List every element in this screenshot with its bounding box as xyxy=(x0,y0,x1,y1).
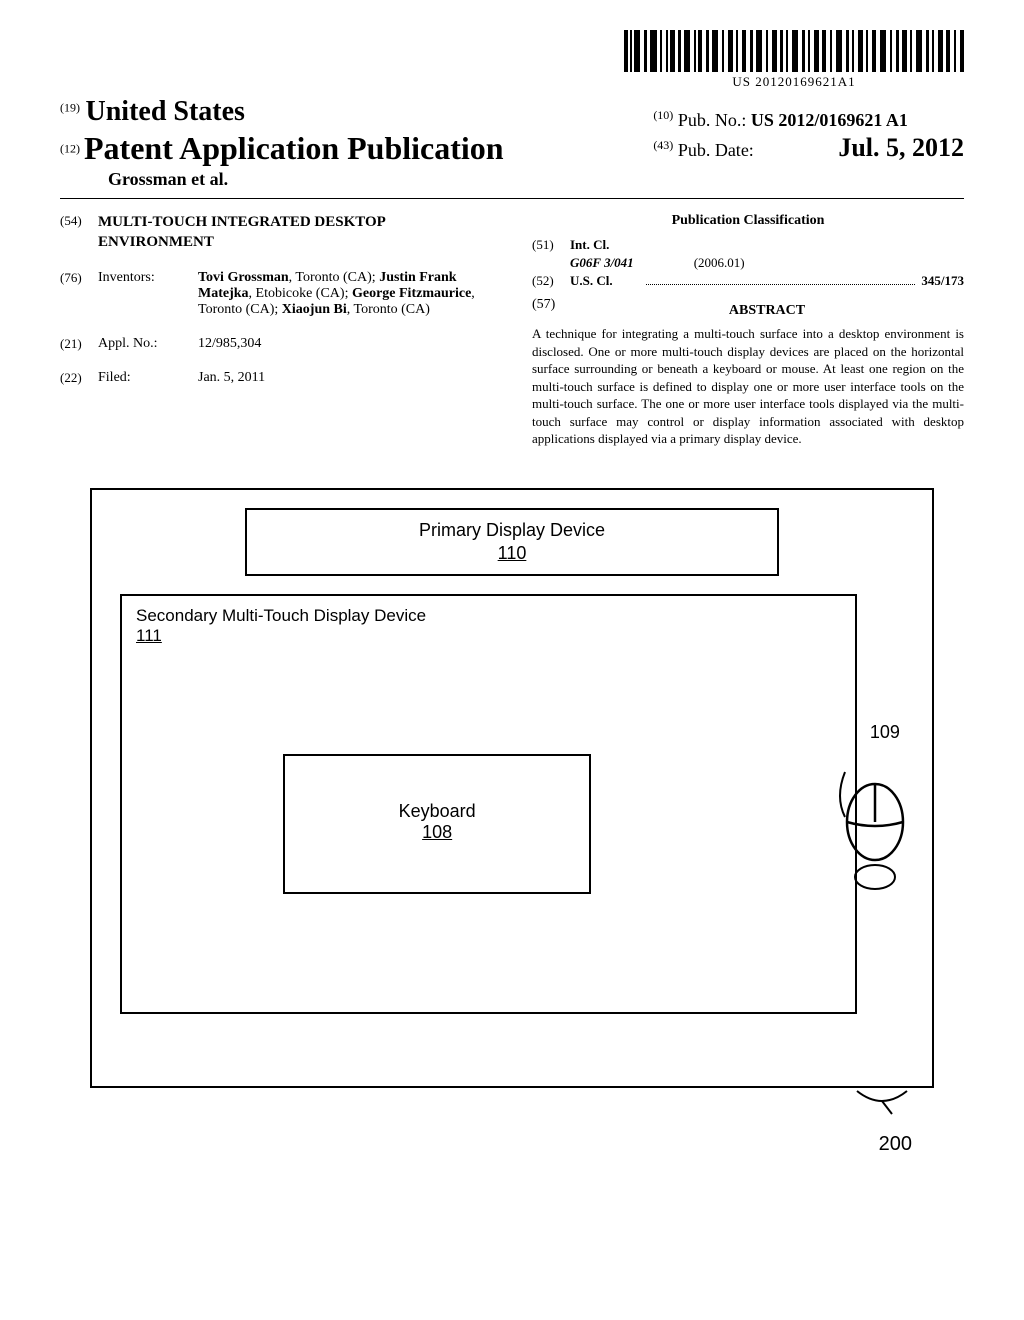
doc-type: Patent Application Publication xyxy=(84,130,504,166)
uscl-label: U.S. Cl. xyxy=(570,273,640,289)
intcl-code: (51) xyxy=(532,237,570,253)
appl-label: Appl. No.: xyxy=(98,336,198,352)
intcl-label: Int. Cl. xyxy=(570,237,640,253)
intcl-date: (2006.01) xyxy=(694,255,745,271)
left-column: (54) MULTI-TOUCH INTEGRATED DESKTOP ENVI… xyxy=(60,213,492,448)
primary-display-box: Primary Display Device 110 xyxy=(245,508,778,576)
mouse-area: 109 xyxy=(825,762,915,907)
pub-date: Jul. 5, 2012 xyxy=(838,133,964,162)
filed-code: (22) xyxy=(60,370,98,386)
barcode-region: US 20120169621A1 xyxy=(60,30,964,91)
pub-no: US 2012/0169621 A1 xyxy=(751,110,908,130)
dots-leader xyxy=(646,273,915,285)
uscl-value: 345/173 xyxy=(921,273,964,289)
abstract-header: ABSTRACT xyxy=(570,303,964,319)
figure-ref: 200 xyxy=(879,1133,912,1156)
secondary-display-ref: 111 xyxy=(136,626,841,646)
country-name: United States xyxy=(86,96,245,127)
primary-display-label: Primary Display Device xyxy=(419,520,605,540)
filed-date: Jan. 5, 2011 xyxy=(198,370,492,386)
right-column: Publication Classification (51) Int. Cl.… xyxy=(532,213,964,448)
secondary-display-box: Secondary Multi-Touch Display Device 111… xyxy=(120,594,857,1014)
mouse-icon xyxy=(825,762,915,902)
barcode-icon: US 20120169621A1 xyxy=(624,30,964,90)
intcl-class: G06F 3/041 xyxy=(570,255,634,271)
abstract-code: (57) xyxy=(532,297,570,325)
country-code: (19) xyxy=(60,101,80,115)
uscl-code: (52) xyxy=(532,273,570,289)
primary-display-ref: 110 xyxy=(257,543,766,564)
appl-no: 12/985,304 xyxy=(198,336,492,352)
figure-outer-box: Primary Display Device 110 Secondary Mul… xyxy=(90,488,934,1088)
appl-code: (21) xyxy=(60,336,98,352)
biblio-columns: (54) MULTI-TOUCH INTEGRATED DESKTOP ENVI… xyxy=(60,213,964,448)
pub-no-code: (10) xyxy=(653,108,673,122)
header-block: (19) United States (12) Patent Applicati… xyxy=(60,96,964,190)
pub-no-label: Pub. No.: xyxy=(678,110,747,130)
pub-date-code: (43) xyxy=(653,138,673,152)
mouse-ref: 109 xyxy=(870,722,900,743)
title-code: (54) xyxy=(60,213,98,252)
header-right: (10) Pub. No.: US 2012/0169621 A1 (43) P… xyxy=(653,108,964,165)
invention-title: MULTI-TOUCH INTEGRATED DESKTOP ENVIRONME… xyxy=(98,213,492,252)
barcode-number: US 20120169621A1 xyxy=(624,74,964,90)
keyboard-label: Keyboard xyxy=(399,801,476,821)
divider xyxy=(60,198,964,199)
keyboard-box: Keyboard 108 xyxy=(283,754,591,894)
abstract-text: A technique for integrating a multi-touc… xyxy=(532,325,964,448)
bracket-icon xyxy=(852,1086,912,1116)
doc-type-code: (12) xyxy=(60,142,80,156)
inventors-label: Inventors: xyxy=(98,270,198,318)
inventors-code: (76) xyxy=(60,270,98,318)
figure: Primary Display Device 110 Secondary Mul… xyxy=(60,488,964,1088)
authors-short: Grossman et al. xyxy=(108,169,964,190)
inventors-list: Tovi Grossman, Toronto (CA); Justin Fran… xyxy=(198,270,492,318)
classification-header: Publication Classification xyxy=(532,213,964,229)
keyboard-ref: 108 xyxy=(285,822,589,843)
secondary-display-label: Secondary Multi-Touch Display Device xyxy=(136,606,841,626)
filed-label: Filed: xyxy=(98,370,198,386)
pub-date-label: Pub. Date: xyxy=(678,140,754,160)
